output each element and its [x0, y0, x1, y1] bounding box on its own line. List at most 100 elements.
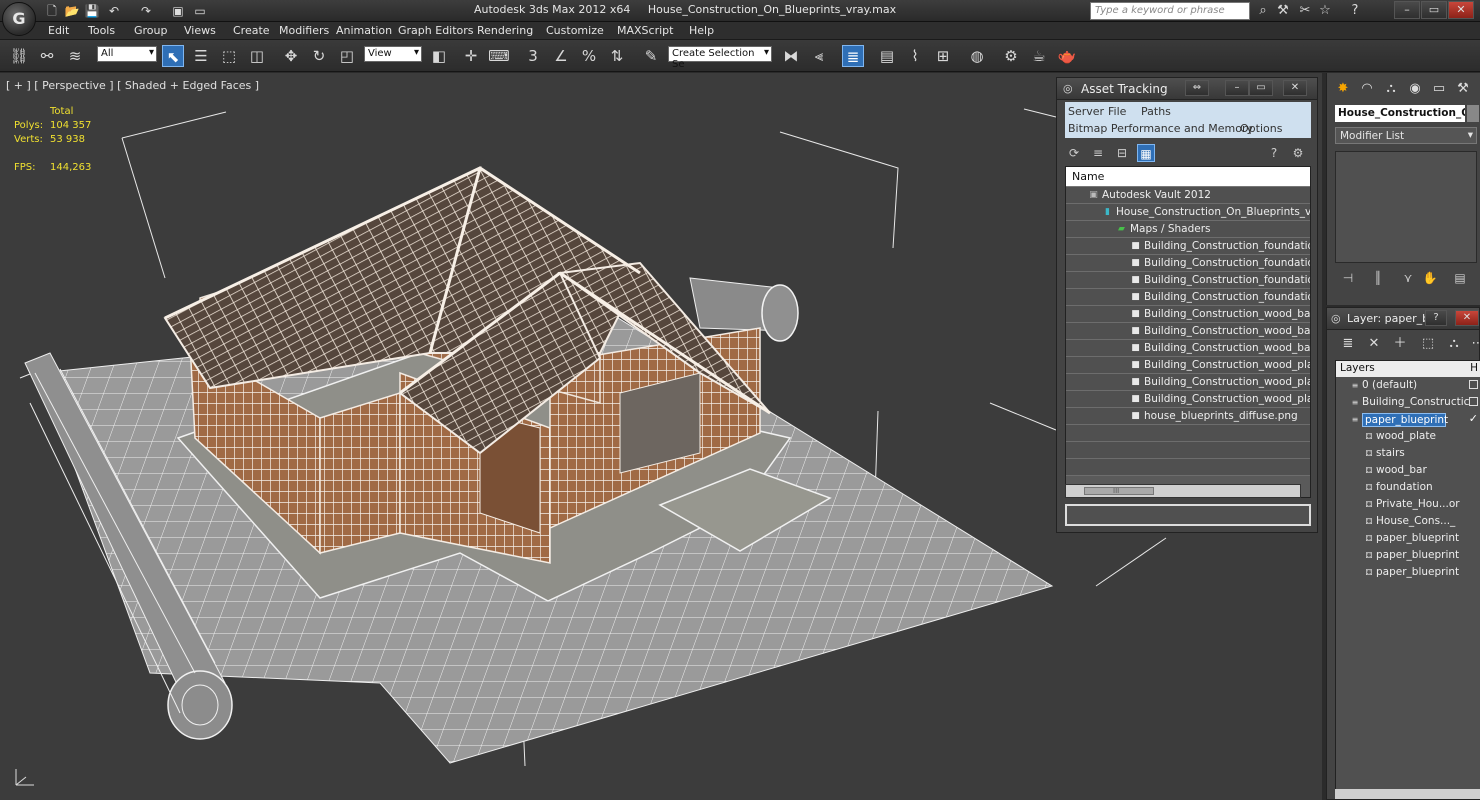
- render-production-icon[interactable]: 🫖: [1056, 45, 1078, 67]
- configure-modifier-sets-icon[interactable]: ▤: [1451, 269, 1469, 287]
- keyboard-shortcut-icon[interactable]: ⌨: [488, 45, 510, 67]
- menu-views[interactable]: Views: [184, 24, 216, 37]
- move-icon[interactable]: ✥: [280, 45, 302, 67]
- delete-layer-icon[interactable]: ✕: [1365, 335, 1383, 353]
- asset-row[interactable]: ■ Building_Construction_wood_bar_...: [1066, 306, 1310, 323]
- display-tab-icon[interactable]: ▭: [1429, 79, 1449, 99]
- edit-named-selection-icon[interactable]: ✎: [640, 45, 662, 67]
- layer-row[interactable]: ⚃ wood_bar: [1336, 462, 1480, 479]
- asset-menu-file[interactable]: File: [1108, 105, 1126, 118]
- refresh-icon[interactable]: ⟳: [1065, 144, 1083, 162]
- layer-row[interactable]: ⚃ wood_plate: [1336, 428, 1480, 445]
- close-button[interactable]: ✕: [1448, 1, 1474, 19]
- project-folder-icon[interactable]: ▣: [170, 3, 186, 19]
- pin-stack-icon[interactable]: ⊣: [1339, 269, 1357, 287]
- menu-rendering[interactable]: Rendering: [477, 24, 533, 37]
- align-icon[interactable]: ⫷: [808, 45, 830, 67]
- hide-checkbox[interactable]: [1469, 380, 1478, 389]
- modifier-stack[interactable]: [1335, 151, 1477, 263]
- redo-icon[interactable]: ↷: [138, 3, 154, 19]
- asset-row[interactable]: ■ Building_Construction_foundatio...: [1066, 289, 1310, 306]
- layer-row[interactable]: ⚃ paper_blueprint: [1336, 564, 1480, 581]
- maximize-button[interactable]: ▭: [1421, 1, 1447, 19]
- render-setup-icon[interactable]: ⚙: [1000, 45, 1022, 67]
- motion-tab-icon[interactable]: ◉: [1405, 79, 1425, 99]
- asset-help-icon[interactable]: ?: [1265, 144, 1283, 162]
- viewport-label[interactable]: [ + ] [ Perspective ] [ Shaded + Edged F…: [6, 79, 259, 92]
- asset-row[interactable]: ■ Building_Construction_wood_bar_...: [1066, 340, 1310, 357]
- modify-tab-icon[interactable]: ◠: [1357, 79, 1377, 99]
- application-button[interactable]: G: [2, 2, 36, 36]
- layer-row[interactable]: ≡ paper_blueprint ✓: [1336, 411, 1480, 428]
- schematic-view-icon[interactable]: ⊞: [932, 45, 954, 67]
- rendered-frame-window-icon[interactable]: ☕: [1028, 45, 1050, 67]
- layer-row[interactable]: ⚃ paper_blueprint: [1336, 530, 1480, 547]
- layer-titlebar[interactable]: ◎ Layer: paper_bl... ? ✕: [1327, 308, 1479, 330]
- asset-row[interactable]: ■ house_blueprints_diffuse.png: [1066, 408, 1310, 425]
- layer-row[interactable]: ⚃ paper_blueprint: [1336, 547, 1480, 564]
- window-crossing-icon[interactable]: ◫: [246, 45, 268, 67]
- favorites-star-icon[interactable]: ☆: [1316, 2, 1334, 20]
- layer-horizontal-scrollbar[interactable]: [1335, 789, 1480, 799]
- select-by-name-icon[interactable]: ☰: [190, 45, 212, 67]
- unlink-icon[interactable]: ⚯: [36, 45, 58, 67]
- new-file-icon[interactable]: 🗋: [44, 3, 60, 19]
- bind-spacewarp-icon[interactable]: ≋: [64, 45, 86, 67]
- mirror-icon[interactable]: ⧓: [780, 45, 802, 67]
- layer-row[interactable]: ⚃ Private_Hou...or: [1336, 496, 1480, 513]
- add-to-layer-icon[interactable]: ＋: [1391, 335, 1409, 353]
- asset-maximize-button[interactable]: ▭: [1249, 80, 1273, 96]
- asset-scroll-thumb[interactable]: III: [1084, 487, 1154, 495]
- menu-maxscript[interactable]: MAXScript: [617, 24, 673, 37]
- layer-row[interactable]: ≡ Building_Constructic: [1336, 394, 1480, 411]
- snaps-toggle-icon[interactable]: 3: [522, 45, 544, 67]
- menu-group[interactable]: Group: [134, 24, 168, 37]
- help-icon[interactable]: ?: [1346, 2, 1364, 20]
- asset-row[interactable]: ■ Building_Construction_foundatio...: [1066, 255, 1310, 272]
- asset-menu-paths[interactable]: Paths: [1141, 105, 1171, 118]
- current-layer-check-icon[interactable]: ✓: [1469, 412, 1478, 425]
- menu-help[interactable]: Help: [689, 24, 714, 37]
- dock-toggle-icon[interactable]: ⇔: [1185, 80, 1209, 96]
- communication-icon[interactable]: ✂: [1296, 2, 1314, 20]
- rectangular-selection-icon[interactable]: ⬚: [218, 45, 240, 67]
- curve-editor-icon[interactable]: ⌇: [904, 45, 926, 67]
- scale-icon[interactable]: ◰: [336, 45, 358, 67]
- hide-checkbox[interactable]: [1469, 397, 1478, 406]
- asset-row[interactable]: ■ Building_Construction_wood_plat...: [1066, 374, 1310, 391]
- asset-menu-options[interactable]: Options: [1240, 122, 1282, 135]
- layer-row[interactable]: ⚃ House_Cons..._: [1336, 513, 1480, 530]
- layer-close-button[interactable]: ✕: [1455, 310, 1479, 326]
- asset-row[interactable]: ■ Building_Construction_wood_bar_...: [1066, 323, 1310, 340]
- subscription-icon[interactable]: ⚒: [1274, 2, 1292, 20]
- menu-animation[interactable]: Animation: [336, 24, 392, 37]
- create-layer-icon[interactable]: ≣: [1339, 335, 1357, 353]
- asset-tracking-titlebar[interactable]: ◎ Asset Tracking ⇔ – ▭ ✕: [1057, 78, 1317, 100]
- layer-row[interactable]: ⚃ foundation: [1336, 479, 1480, 496]
- named-selection-set-dropdown[interactable]: Create Selection Se: [668, 46, 772, 70]
- select-object-icon[interactable]: ⬉: [162, 45, 184, 67]
- material-editor-icon[interactable]: ◍: [966, 45, 988, 67]
- asset-menu-server[interactable]: Server: [1068, 105, 1104, 118]
- hierarchy-tab-icon[interactable]: ⛬: [1381, 79, 1401, 99]
- asset-row[interactable]: ■ Building_Construction_wood_plat...: [1066, 357, 1310, 374]
- menu-graph-editors[interactable]: Graph Editors: [398, 24, 474, 37]
- table-view-icon[interactable]: ▦: [1137, 144, 1155, 162]
- layer-more-icon[interactable]: ⋯: [1469, 335, 1480, 353]
- minimize-button[interactable]: –: [1394, 1, 1420, 19]
- layer-column-header[interactable]: Layers H: [1336, 361, 1480, 377]
- make-unique-icon[interactable]: ⋎: [1399, 269, 1417, 287]
- asset-horizontal-scrollbar[interactable]: III: [1065, 484, 1301, 498]
- list-view-icon[interactable]: ≡: [1089, 144, 1107, 162]
- menu-edit[interactable]: Edit: [48, 24, 69, 37]
- graphite-ribbon-icon[interactable]: ▤: [876, 45, 898, 67]
- menu-create[interactable]: Create: [233, 24, 270, 37]
- object-name-field[interactable]: House_Construction_On_: [1335, 105, 1465, 122]
- percent-snap-icon[interactable]: %: [578, 45, 600, 67]
- reference-coordinate-dropdown[interactable]: View: [364, 46, 422, 62]
- object-color-swatch[interactable]: [1467, 105, 1479, 122]
- asset-menu-bitmap-performance[interactable]: Bitmap Performance and Memory: [1068, 122, 1253, 135]
- column-header-name[interactable]: Name: [1066, 167, 1310, 187]
- rotate-icon[interactable]: ↻: [308, 45, 330, 67]
- modifier-list-dropdown[interactable]: Modifier List: [1335, 127, 1477, 144]
